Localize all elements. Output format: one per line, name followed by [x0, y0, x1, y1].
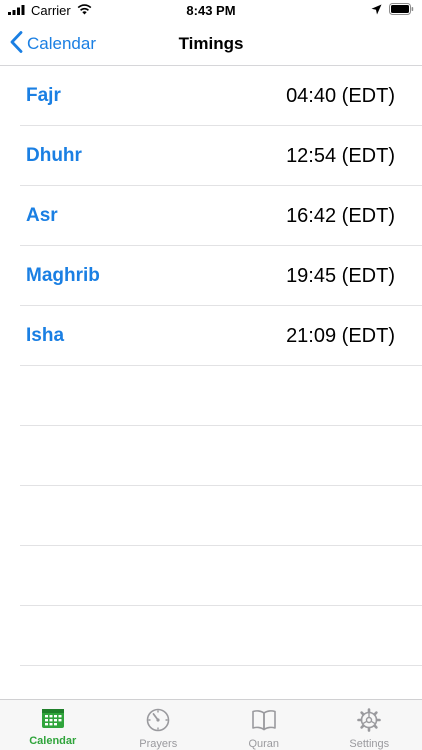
prayer-time: 21:09 (EDT) [286, 324, 395, 347]
prayer-time: 19:45 (EDT) [286, 264, 395, 287]
page-title: Timings [178, 34, 244, 53]
prayer-time: 16:42 (EDT) [286, 204, 395, 227]
prayer-name: Asr [26, 205, 58, 226]
empty-row [20, 606, 422, 666]
prayer-name: Isha [26, 325, 65, 346]
screen: Carrier 8:43 PM Calendar Timings Fajr 04… [0, 0, 422, 750]
timings-list: Fajr 04:40 (EDT) Dhuhr 12:54 (EDT) Asr 1… [0, 66, 422, 666]
compass-icon [146, 708, 170, 735]
prayer-time: 04:40 (EDT) [286, 84, 395, 107]
empty-row [20, 426, 422, 486]
location-arrow-icon [371, 3, 382, 18]
prayer-name: Maghrib [26, 265, 100, 286]
tab-quran[interactable]: Quran [211, 700, 317, 750]
prayer-row-maghrib[interactable]: Maghrib 19:45 (EDT) [20, 246, 422, 306]
prayer-name: Dhuhr [26, 145, 82, 166]
tab-label: Calendar [29, 735, 77, 747]
empty-row [20, 366, 422, 426]
empty-row [20, 486, 422, 546]
status-time: 8:43 PM [186, 3, 236, 18]
tab-settings[interactable]: Settings [317, 700, 422, 750]
battery-icon [389, 3, 414, 18]
prayer-row-dhuhr[interactable]: Dhuhr 12:54 (EDT) [20, 126, 422, 186]
prayer-row-fajr[interactable]: Fajr 04:40 (EDT) [20, 66, 422, 126]
tab-prayers[interactable]: Prayers [106, 700, 212, 750]
prayer-row-asr[interactable]: Asr 16:42 (EDT) [20, 186, 422, 246]
calendar-icon [41, 708, 65, 732]
status-bar: Carrier 8:43 PM [0, 0, 422, 22]
prayer-time: 12:54 (EDT) [286, 144, 395, 167]
tab-label: Quran [248, 738, 280, 750]
book-icon [251, 708, 277, 735]
prayer-row-isha[interactable]: Isha 21:09 (EDT) [20, 306, 422, 366]
tab-label: Prayers [139, 738, 178, 750]
empty-row [20, 546, 422, 606]
gear-icon [357, 708, 382, 735]
prayer-name: Fajr [26, 85, 61, 106]
nav-bar: Calendar Timings [0, 22, 422, 66]
tab-label: Settings [349, 738, 390, 750]
tab-calendar[interactable]: Calendar [0, 700, 106, 750]
status-right [371, 3, 414, 18]
tab-bar: Calendar Prayers Quran Settings [0, 699, 422, 750]
